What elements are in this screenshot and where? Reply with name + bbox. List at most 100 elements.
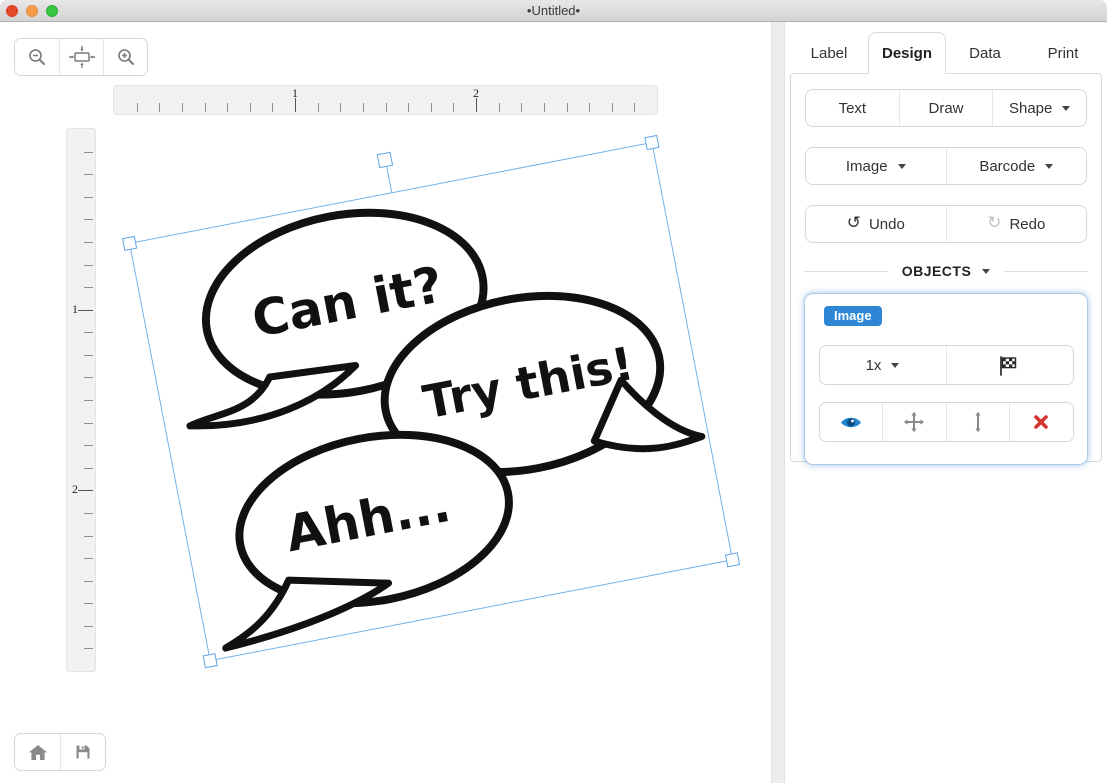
home-button[interactable] bbox=[15, 734, 60, 770]
ruler-tick bbox=[84, 265, 93, 266]
ruler-tick bbox=[84, 423, 93, 424]
resize-handle-bottom-left[interactable] bbox=[203, 653, 218, 668]
image-tool-button[interactable]: Image bbox=[806, 148, 946, 184]
barcode-tool-button[interactable]: Barcode bbox=[946, 148, 1087, 184]
ruler-tick bbox=[408, 103, 409, 112]
ruler-tick bbox=[340, 103, 341, 112]
tab-data[interactable]: Data bbox=[946, 32, 1024, 74]
tab-label[interactable]: Label bbox=[790, 32, 868, 74]
zoom-in-button[interactable] bbox=[103, 39, 147, 75]
ruler-tick bbox=[84, 536, 93, 537]
ruler-tick bbox=[544, 103, 545, 112]
ruler-tick bbox=[84, 197, 93, 198]
ruler-tick bbox=[612, 103, 613, 112]
chevron-down-icon bbox=[1045, 164, 1053, 169]
ruler-tick bbox=[318, 103, 319, 112]
chevron-down-icon bbox=[1062, 106, 1070, 111]
tab-design[interactable]: Design bbox=[868, 32, 946, 74]
rotate-handle[interactable] bbox=[376, 152, 392, 168]
ruler-tick bbox=[84, 219, 93, 220]
ruler-tick bbox=[453, 103, 454, 112]
ruler-tick bbox=[84, 242, 93, 243]
ruler-vertical: 12 bbox=[66, 128, 96, 672]
resize-handle-top-left[interactable] bbox=[122, 236, 137, 251]
speech-bubbles-image: Can it? Try this! Ahh... bbox=[130, 143, 732, 660]
ruler-tick bbox=[78, 310, 93, 311]
vertical-resize-button[interactable] bbox=[946, 403, 1010, 441]
ruler-tick bbox=[84, 332, 93, 333]
vertical-resize-icon bbox=[971, 411, 985, 433]
ruler-tick bbox=[227, 103, 228, 112]
ruler-tick bbox=[84, 355, 93, 356]
ruler-unit-label: 2 bbox=[72, 482, 78, 497]
ruler-horizontal: 12 bbox=[113, 85, 658, 115]
floppy-disk-icon bbox=[75, 744, 91, 760]
ruler-tick bbox=[84, 626, 93, 627]
resize-handle-bottom-right[interactable] bbox=[725, 552, 740, 567]
redo-button[interactable]: ↻ Redo bbox=[946, 206, 1087, 242]
save-button[interactable] bbox=[60, 734, 105, 770]
ruler-tick bbox=[182, 103, 183, 112]
text-tool-button[interactable]: Text bbox=[806, 90, 899, 126]
chevron-down-icon bbox=[891, 363, 899, 368]
window-title: •Untitled• bbox=[0, 3, 1107, 18]
draw-tool-button[interactable]: Draw bbox=[899, 90, 993, 126]
ruler-tick bbox=[84, 377, 93, 378]
redo-icon: ↻ bbox=[987, 215, 1001, 232]
object-actions-row bbox=[819, 402, 1074, 442]
delete-button[interactable] bbox=[1009, 403, 1073, 441]
ruler-tick bbox=[272, 103, 273, 112]
design-pane: Text Draw Shape Image Barcode bbox=[790, 73, 1102, 462]
design-canvas[interactable]: 12 12 Can it? Try this! Ahh... bbox=[0, 22, 771, 783]
undo-label: Undo bbox=[869, 216, 905, 233]
ruler-tick bbox=[567, 103, 568, 112]
ruler-tick bbox=[84, 513, 93, 514]
redo-label: Redo bbox=[1009, 216, 1045, 233]
ruler-tick bbox=[431, 103, 432, 112]
objects-header-label: OBJECTS bbox=[902, 263, 972, 279]
zoom-toolbar bbox=[14, 38, 148, 76]
chevron-down-icon bbox=[898, 164, 906, 169]
rotation-stem bbox=[386, 167, 392, 194]
ruler-tick bbox=[84, 468, 93, 469]
tab-print[interactable]: Print bbox=[1024, 32, 1102, 74]
magnifier-plus-icon bbox=[116, 47, 136, 67]
fit-to-label-button[interactable] bbox=[59, 39, 103, 75]
window-titlebar: •Untitled• bbox=[0, 0, 1107, 22]
zoom-out-button[interactable] bbox=[15, 39, 59, 75]
checkered-flag-icon bbox=[996, 355, 1023, 376]
ruler-tick bbox=[84, 174, 93, 175]
history-group: ↺ Undo ↻ Redo bbox=[805, 205, 1087, 243]
objects-section-header: OBJECTS bbox=[804, 263, 1088, 279]
visibility-button[interactable] bbox=[820, 403, 883, 441]
ruler-tick bbox=[84, 558, 93, 559]
tab-bar: Label Design Data Print bbox=[790, 32, 1102, 73]
ruler-tick bbox=[137, 103, 138, 112]
objects-header-toggle[interactable]: OBJECTS bbox=[902, 263, 991, 279]
selected-image-object[interactable]: Can it? Try this! Ahh... bbox=[129, 142, 733, 661]
ruler-unit-label: 1 bbox=[72, 301, 78, 316]
divider-line bbox=[1004, 271, 1088, 272]
shape-tool-button[interactable]: Shape bbox=[992, 90, 1086, 126]
finish-flag-button[interactable] bbox=[946, 346, 1073, 384]
object-item-card[interactable]: Image 1x bbox=[804, 293, 1088, 465]
chevron-down-icon bbox=[982, 269, 990, 274]
fit-to-label-icon bbox=[68, 45, 96, 69]
undo-button[interactable]: ↺ Undo bbox=[806, 206, 946, 242]
house-icon bbox=[28, 744, 48, 761]
move-button[interactable] bbox=[882, 403, 946, 441]
file-toolbar bbox=[14, 733, 106, 771]
object-options-row: 1x bbox=[819, 345, 1074, 385]
ruler-tick bbox=[589, 103, 590, 112]
divider-line bbox=[804, 271, 888, 272]
resize-handle-top-right[interactable] bbox=[644, 135, 659, 150]
ruler-tick bbox=[386, 103, 387, 112]
image-tool-label: Image bbox=[846, 158, 888, 175]
scale-value-label: 1x bbox=[866, 357, 882, 374]
scale-dropdown-button[interactable]: 1x bbox=[820, 346, 946, 384]
draw-tool-label: Draw bbox=[929, 100, 964, 117]
magnifier-minus-icon bbox=[27, 47, 47, 67]
ruler-tick bbox=[84, 603, 93, 604]
text-tool-label: Text bbox=[839, 100, 867, 117]
barcode-tool-label: Barcode bbox=[979, 158, 1035, 175]
